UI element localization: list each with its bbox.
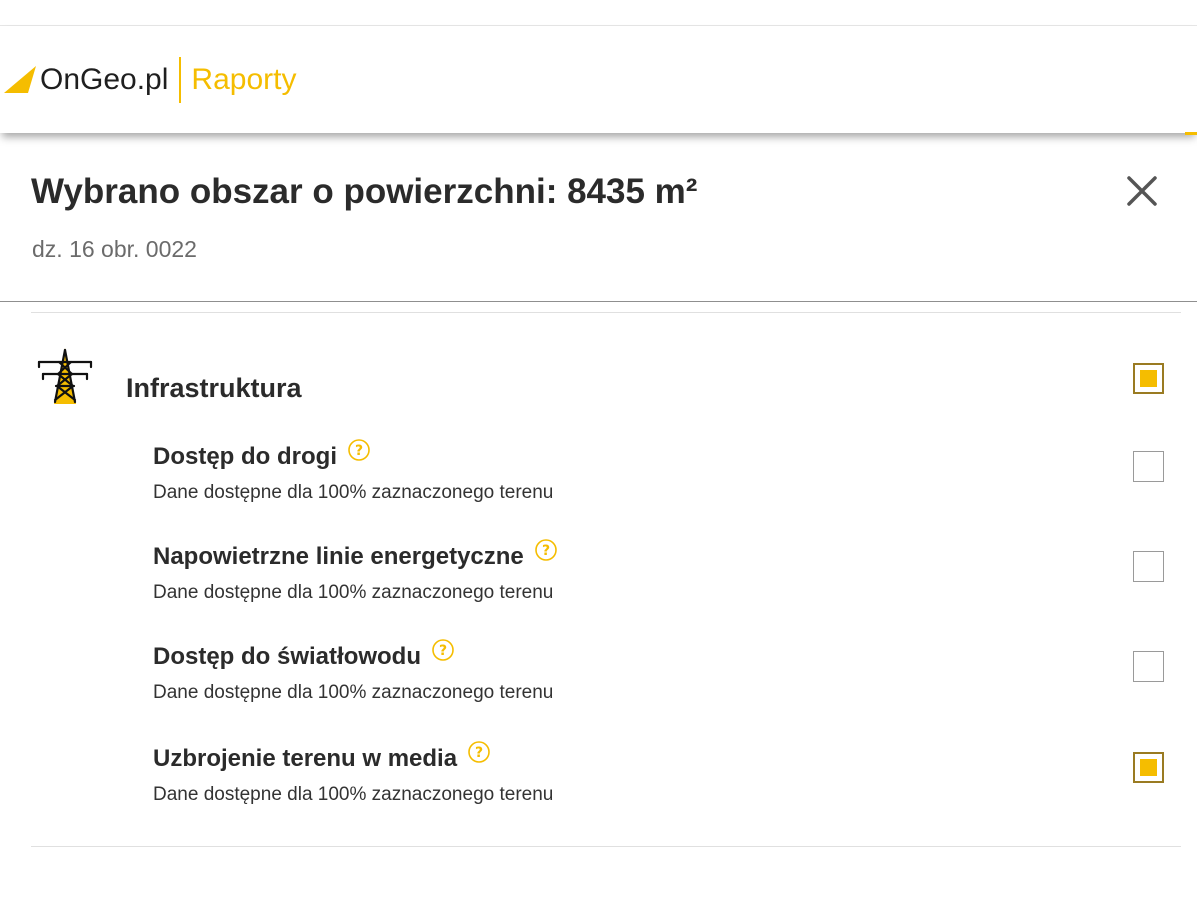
- header-accent: [1185, 132, 1197, 135]
- section-checkbox-infrastruktura[interactable]: [1133, 363, 1164, 394]
- divider: [31, 312, 1181, 313]
- item-title-text: Dostęp do światłowodu: [153, 643, 421, 670]
- help-icon[interactable]: ?: [534, 538, 558, 562]
- item-title: Dostęp do światłowodu ?: [153, 639, 553, 671]
- help-icon[interactable]: ?: [347, 438, 371, 462]
- logo[interactable]: OnGeo.pl Raporty: [4, 56, 296, 104]
- help-icon[interactable]: ?: [467, 740, 491, 764]
- logo-arrow-icon: [4, 66, 36, 93]
- brand-section: Raporty: [191, 63, 297, 96]
- item-title: Dostęp do drogi ?: [153, 439, 553, 471]
- list-item-dostep-do-swiatlowodu: Dostęp do światłowodu ? Dane dostępne dl…: [153, 639, 554, 704]
- item-title-text: Dostęp do drogi: [153, 443, 337, 470]
- item-description: Dane dostępne dla 100% zaznaczonego tere…: [153, 582, 554, 603]
- checkbox-uzbrojenie-terenu[interactable]: [1133, 752, 1164, 783]
- svg-text:?: ?: [475, 745, 483, 761]
- checkbox-dostep-do-swiatlowodu[interactable]: [1133, 651, 1164, 682]
- list-item-uzbrojenie-terenu: Uzbrojenie terenu w media ? Dane dostępn…: [153, 741, 554, 806]
- list-item-dostep-do-drogi: Dostęp do drogi ? Dane dostępne dla 100%…: [153, 439, 554, 504]
- item-title-text: Napowietrzne linie energetyczne: [153, 543, 524, 570]
- item-title: Napowietrzne linie energetyczne ?: [153, 539, 558, 571]
- app-header: OnGeo.pl Raporty: [0, 26, 1197, 135]
- svg-text:?: ?: [355, 443, 363, 459]
- svg-text:?: ?: [542, 543, 550, 559]
- page-title: Wybrano obszar o powierzchni: 8435 m²: [31, 172, 698, 211]
- list-item-napowietrzne-linie: Napowietrzne linie energetyczne ? Dane d…: [153, 539, 558, 604]
- brand-name: OnGeo.pl: [40, 63, 169, 96]
- svg-text:?: ?: [439, 643, 447, 659]
- divider: [31, 846, 1181, 847]
- item-description: Dane dostępne dla 100% zaznaczonego tere…: [153, 482, 554, 503]
- logo-divider: [179, 57, 182, 103]
- selection-summary: Wybrano obszar o powierzchni: 8435 m² dz…: [0, 133, 1197, 302]
- item-title-text: Uzbrojenie terenu w media: [153, 745, 458, 772]
- section-title: Infrastruktura: [126, 373, 302, 403]
- help-icon[interactable]: ?: [431, 638, 455, 662]
- power-pylon-icon: [37, 348, 93, 404]
- item-description: Dane dostępne dla 100% zaznaczonego tere…: [153, 784, 554, 805]
- item-title: Uzbrojenie terenu w media ?: [153, 741, 553, 773]
- checkbox-napowietrzne-linie[interactable]: [1133, 551, 1164, 582]
- checkbox-fill: [1140, 759, 1157, 776]
- parcel-label: dz. 16 obr. 0022: [32, 236, 197, 262]
- close-icon[interactable]: [1122, 171, 1162, 211]
- top-strip: [0, 0, 1197, 26]
- checkbox-dostep-do-drogi[interactable]: [1133, 451, 1164, 482]
- item-description: Dane dostępne dla 100% zaznaczonego tere…: [153, 682, 554, 703]
- checkbox-fill: [1140, 370, 1157, 387]
